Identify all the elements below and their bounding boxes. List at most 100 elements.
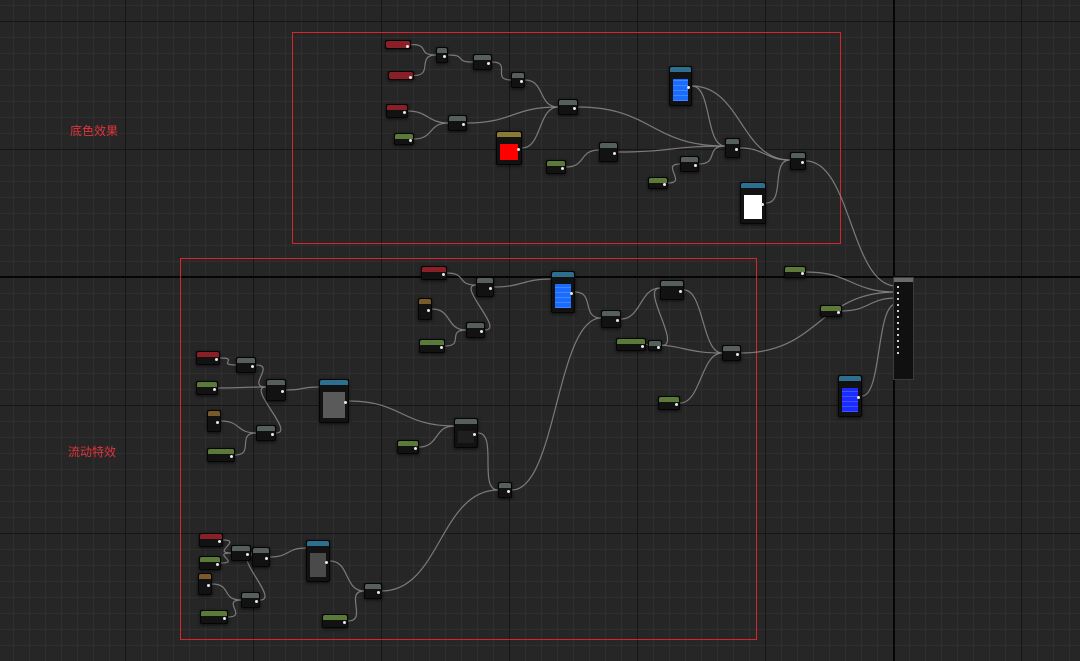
texture-sample-node[interactable]	[454, 418, 478, 448]
math-node[interactable]	[207, 410, 221, 432]
output-pin-icon[interactable]	[213, 388, 216, 391]
output-pin-icon[interactable]	[857, 396, 860, 399]
texture-sample-node[interactable]	[496, 131, 522, 165]
math-node[interactable]	[790, 152, 806, 170]
output-pin-icon[interactable]	[837, 311, 840, 314]
material-result-node[interactable]	[893, 277, 914, 380]
output-pin-icon[interactable]	[281, 390, 284, 393]
scalar-node[interactable]	[394, 133, 414, 145]
output-pin-icon[interactable]	[561, 167, 564, 170]
input-pin-icon[interactable]	[897, 316, 899, 318]
connection-wire[interactable]	[222, 539, 232, 554]
connection-wire[interactable]	[413, 122, 449, 140]
connection-wire[interactable]	[381, 489, 499, 592]
connection-wire[interactable]	[348, 400, 455, 427]
math-node[interactable]	[476, 277, 494, 297]
connection-wire[interactable]	[329, 560, 365, 592]
connection-wire[interactable]	[841, 297, 897, 312]
input-pin-icon[interactable]	[897, 298, 899, 300]
output-pin-icon[interactable]	[517, 148, 520, 151]
output-pin-icon[interactable]	[427, 309, 430, 312]
input-pin-icon[interactable]	[897, 322, 899, 324]
connection-wire[interactable]	[739, 147, 791, 161]
math-node[interactable]	[660, 280, 684, 300]
output-pin-icon[interactable]	[761, 203, 764, 206]
input-pin-icon[interactable]	[897, 346, 899, 348]
output-pin-icon[interactable]	[657, 345, 660, 349]
connection-wire[interactable]	[418, 425, 455, 448]
output-pin-icon[interactable]	[641, 344, 644, 348]
output-pin-icon[interactable]	[255, 600, 258, 603]
scalar-node[interactable]	[658, 396, 680, 410]
connection-wire[interactable]	[285, 386, 320, 391]
connection-wire[interactable]	[740, 291, 897, 354]
output-pin-icon[interactable]	[487, 62, 490, 65]
output-pin-icon[interactable]	[271, 433, 274, 436]
input-pin-icon[interactable]	[897, 340, 899, 342]
math-node[interactable]	[498, 482, 512, 498]
texture-sample-node[interactable]	[306, 540, 330, 582]
output-pin-icon[interactable]	[443, 55, 446, 58]
math-node[interactable]	[448, 115, 467, 131]
connection-wire[interactable]	[227, 599, 242, 618]
connection-wire[interactable]	[413, 54, 437, 77]
connection-wire[interactable]	[765, 159, 791, 204]
output-pin-icon[interactable]	[489, 287, 492, 290]
output-pin-icon[interactable]	[520, 80, 523, 83]
connection-wire[interactable]	[493, 278, 552, 288]
output-pin-icon[interactable]	[409, 75, 412, 79]
connection-wire[interactable]	[511, 317, 602, 491]
material-graph-canvas[interactable]: 底色效果 流动特效	[0, 0, 1080, 661]
math-node[interactable]	[599, 142, 618, 162]
math-node[interactable]	[601, 310, 621, 328]
output-pin-icon[interactable]	[613, 152, 616, 155]
input-pin-icon[interactable]	[897, 310, 899, 312]
connection-wire[interactable]	[683, 289, 723, 354]
connection-wire[interactable]	[805, 160, 897, 287]
parameter-node[interactable]	[421, 266, 447, 280]
connection-wire[interactable]	[691, 85, 791, 161]
output-pin-icon[interactable]	[265, 557, 268, 560]
connection-wire[interactable]	[410, 43, 437, 56]
connection-wire[interactable]	[667, 163, 681, 184]
math-node[interactable]	[680, 156, 699, 172]
math-node[interactable]	[252, 547, 270, 567]
scalar-node[interactable]	[397, 440, 419, 454]
connection-wire[interactable]	[447, 54, 474, 63]
input-pin-icon[interactable]	[897, 292, 899, 294]
output-pin-icon[interactable]	[473, 433, 476, 436]
connection-wire[interactable]	[577, 106, 726, 147]
math-node[interactable]	[231, 545, 251, 561]
math-node[interactable]	[364, 583, 382, 599]
texture-sample-node[interactable]	[551, 271, 575, 313]
connection-wire[interactable]	[617, 145, 726, 153]
math-node[interactable]	[256, 425, 276, 441]
math-node[interactable]	[511, 72, 525, 88]
output-pin-icon[interactable]	[409, 139, 412, 142]
parameter-node[interactable]	[386, 104, 408, 118]
scalar-node[interactable]	[616, 338, 646, 351]
connection-wire[interactable]	[407, 110, 449, 124]
output-pin-icon[interactable]	[440, 346, 443, 349]
parameter-node[interactable]	[196, 351, 220, 365]
output-pin-icon[interactable]	[403, 111, 406, 114]
connection-wire[interactable]	[211, 583, 242, 601]
connection-wire[interactable]	[431, 308, 467, 331]
texture-sample-node[interactable]	[669, 66, 692, 106]
output-pin-icon[interactable]	[215, 358, 218, 361]
scalar-node[interactable]	[546, 160, 566, 174]
output-pin-icon[interactable]	[801, 161, 804, 164]
output-pin-icon[interactable]	[507, 490, 510, 493]
parameter-node[interactable]	[388, 71, 414, 80]
output-pin-icon[interactable]	[570, 292, 573, 295]
output-pin-icon[interactable]	[573, 107, 576, 110]
scalar-node[interactable]	[200, 610, 228, 624]
scalar-node[interactable]	[196, 381, 218, 395]
output-pin-icon[interactable]	[462, 123, 465, 126]
output-pin-icon[interactable]	[343, 621, 346, 624]
output-pin-icon[interactable]	[216, 421, 219, 424]
parameter-node[interactable]	[385, 40, 411, 49]
math-node[interactable]	[418, 298, 432, 320]
output-pin-icon[interactable]	[325, 561, 328, 564]
output-pin-icon[interactable]	[251, 365, 254, 368]
